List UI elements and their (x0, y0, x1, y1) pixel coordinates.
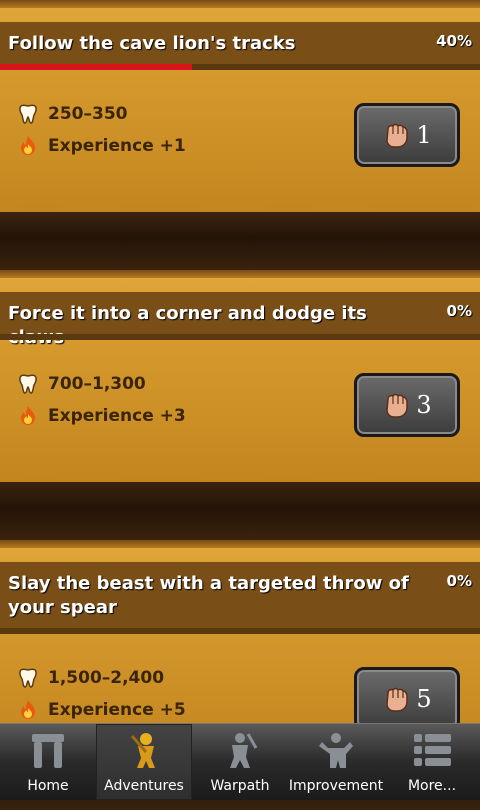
tab-improvement[interactable]: Improvement (288, 724, 384, 800)
quest-card: Follow the cave lion's tracks 40% 250–35… (0, 0, 480, 270)
teeth-range: 700–1,300 (48, 374, 146, 394)
progress-bar (0, 628, 480, 634)
progress-bar (0, 64, 480, 70)
tab-home[interactable]: Home (0, 724, 96, 800)
warrior-icon (218, 730, 262, 770)
perform-quest-button[interactable]: 5 (354, 667, 460, 731)
fist-icon (382, 685, 412, 713)
flame-icon (16, 404, 40, 428)
quest-header: Follow the cave lion's tracks 40% (0, 22, 480, 70)
dolmen-icon (26, 730, 70, 770)
perform-quest-button[interactable]: 3 (354, 373, 460, 437)
fist-icon (382, 121, 412, 149)
list-icon (410, 730, 454, 770)
teeth-range: 250–350 (48, 104, 128, 124)
teeth-reward: 1,500–2,400 (16, 664, 164, 692)
quest-percent: 0% (446, 302, 472, 320)
plank-gap (0, 482, 480, 540)
quest-title: Slay the beast with a targeted throw of … (8, 573, 409, 618)
tooth-icon (16, 666, 40, 690)
experience-text: Experience +1 (48, 136, 186, 156)
bottom-tab-bar: Home Adventures Warpath Improvement More… (0, 723, 480, 800)
energy-cost: 1 (416, 121, 432, 149)
quest-card: Force it into a corner and dodge its cla… (0, 270, 480, 540)
experience-reward: Experience +1 (16, 132, 186, 160)
tab-warpath[interactable]: Warpath (192, 724, 288, 800)
tab-adventures[interactable]: Adventures (96, 724, 192, 800)
experience-reward: Experience +5 (16, 696, 186, 724)
quest-percent: 40% (436, 32, 472, 50)
quest-header: Slay the beast with a targeted throw of … (0, 562, 480, 634)
quest-title: Force it into a corner and dodge its cla… (8, 303, 367, 348)
tab-label: More... (407, 778, 457, 794)
tab-label: Improvement (288, 778, 384, 794)
teeth-reward: 250–350 (16, 100, 127, 128)
tooth-icon (16, 102, 40, 126)
experience-text: Experience +3 (48, 406, 186, 426)
energy-cost: 5 (416, 685, 432, 713)
experience-text: Experience +5 (48, 700, 186, 720)
tab-label: Warpath (210, 778, 270, 794)
tab-more[interactable]: More... (384, 724, 480, 800)
quest-percent: 0% (446, 572, 472, 590)
flame-icon (16, 134, 40, 158)
progress-fill (0, 64, 192, 70)
plank-gap (0, 212, 480, 270)
teeth-range: 1,500–2,400 (48, 668, 165, 688)
progress-bar (0, 334, 480, 340)
caveman-icon (122, 730, 166, 770)
flame-icon (16, 698, 40, 722)
strongman-icon (314, 730, 358, 770)
perform-quest-button[interactable]: 1 (354, 103, 460, 167)
teeth-reward: 700–1,300 (16, 370, 146, 398)
energy-cost: 3 (416, 391, 432, 419)
quest-header: Force it into a corner and dodge its cla… (0, 292, 480, 348)
tooth-icon (16, 372, 40, 396)
experience-reward: Experience +3 (16, 402, 186, 430)
tab-label: Adventures (104, 778, 184, 794)
quest-title: Follow the cave lion's tracks (8, 33, 296, 54)
tab-label: Home (27, 778, 69, 794)
fist-icon (382, 391, 412, 419)
